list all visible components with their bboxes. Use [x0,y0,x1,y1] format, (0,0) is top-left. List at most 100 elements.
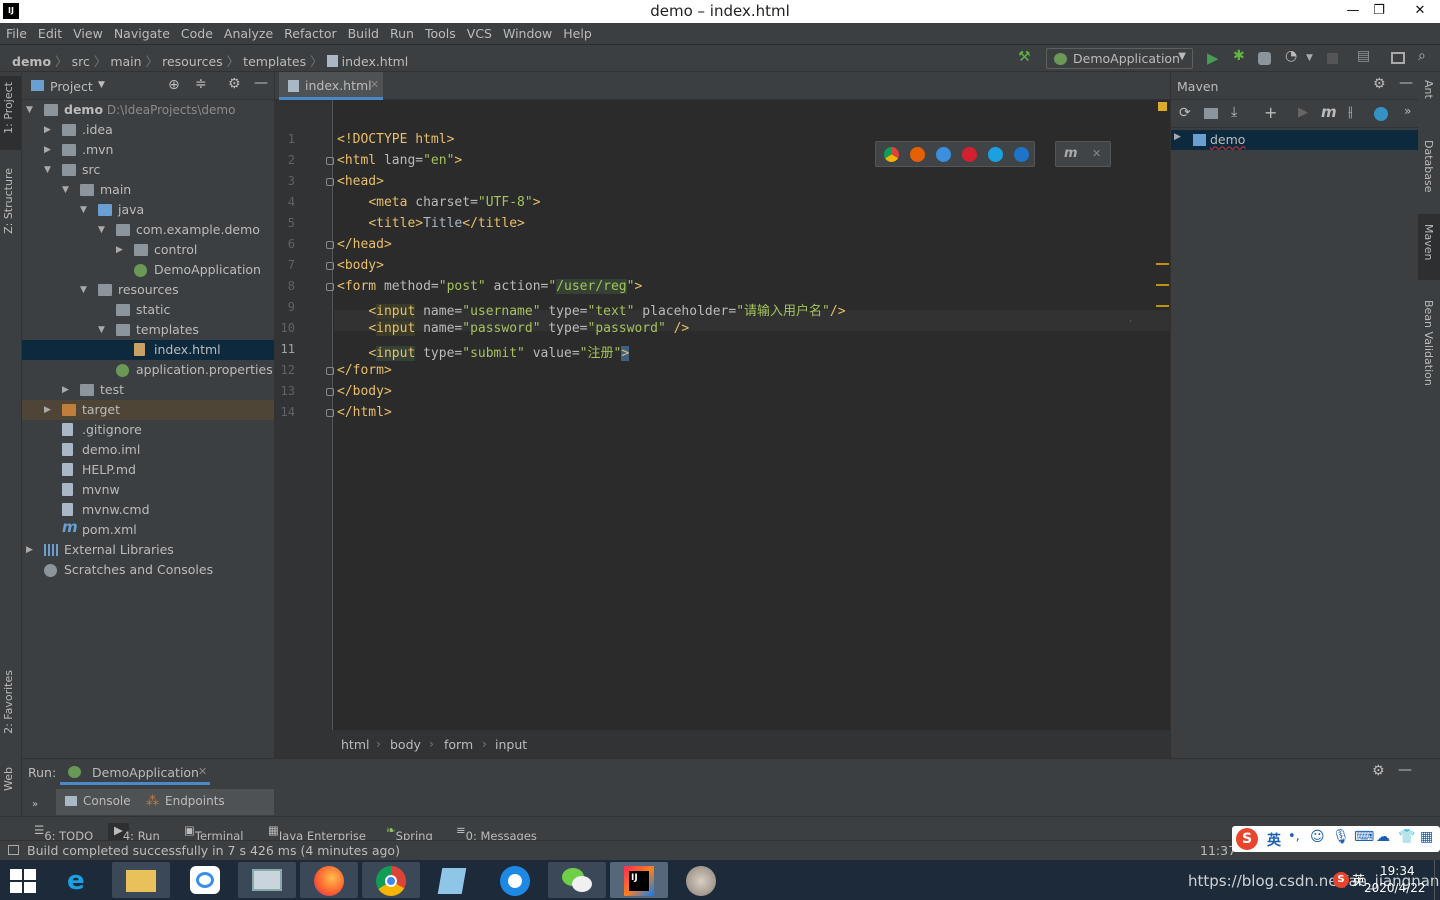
chevron-right-icon[interactable]: ▶ [1174,132,1181,142]
restore-button[interactable]: ❐ [1362,0,1396,23]
gear-icon[interactable]: ⚙ [1372,763,1385,779]
breadcrumb-html[interactable]: html [341,737,369,752]
tool-tab-terminal[interactable]: ▣ Terminal [184,823,243,843]
project-tree-item[interactable]: ▶ test [22,380,274,400]
editor-tab-index-html[interactable]: index.html ✕ [279,72,383,100]
emoji-icon[interactable]: ☺ [1310,829,1325,845]
more-icon[interactable]: » [32,799,38,810]
skin-icon[interactable]: ☁ [1376,829,1390,845]
close-window-button[interactable]: ✕ [1400,0,1440,23]
code-line[interactable]: <body> [337,258,384,273]
fold-marker-icon[interactable] [326,409,334,417]
tool-tab-messages[interactable]: ≡ 0: Messages [456,823,537,843]
run-icon[interactable]: ▶ [1207,49,1222,67]
gear-icon[interactable]: ⚙ [1373,76,1386,92]
close-tab-icon[interactable]: ✕ [370,78,379,91]
breadcrumb-form[interactable]: form [444,737,473,752]
project-tree-item[interactable]: index.html [22,340,274,360]
project-tree-item[interactable]: ▶ .idea [22,120,274,140]
menu-file[interactable]: File [0,23,32,41]
profile-icon[interactable]: ◔ [1285,48,1300,64]
chevron-down-icon[interactable]: ▼ [98,320,105,340]
fold-marker-icon[interactable] [326,178,334,186]
close-icon[interactable]: ✕ [1092,147,1101,160]
taskbar-firefox-icon[interactable] [300,862,358,898]
run-goal-icon[interactable]: ▶ [1298,105,1308,120]
project-tree-item[interactable]: ▼ main [22,180,274,200]
status-toggle-icon[interactable] [8,845,19,855]
code-line[interactable]: <head> [337,174,384,189]
menu-help[interactable]: Help [557,23,597,41]
code-line[interactable]: <input type="submit" value="注册"> [337,342,630,361]
chevron-down-icon[interactable]: ▼ [62,180,69,200]
tool-tab-ant[interactable]: Ant [1422,80,1435,99]
keyboard-icon[interactable]: ⌨ [1354,829,1374,845]
project-tree-item[interactable]: .gitignore [22,420,274,440]
chevron-down-icon[interactable]: ▼ [80,200,87,220]
taskbar-browser-icon[interactable] [486,862,544,898]
taskbar-explorer-icon[interactable] [112,862,170,898]
more-run-chevron-icon[interactable]: ▼ [1306,53,1321,68]
more-icon[interactable]: » [1404,104,1411,118]
project-tree-item[interactable]: DemoApplication [22,260,274,280]
fold-marker-icon[interactable] [326,262,334,270]
project-tree-item[interactable]: m pom.xml [22,518,274,540]
hide-panel-icon[interactable]: — [1399,75,1413,91]
collapse-all-icon[interactable]: ≑ [195,76,207,92]
tool-tab-todo[interactable]: ☰ 6: TODO [34,823,93,843]
breadcrumb-templates[interactable]: templates [243,54,306,69]
code-line[interactable]: <form method="post" action="/user/reg"> [337,279,642,294]
project-tree-item[interactable]: HELP.md [22,460,274,480]
chevron-right-icon[interactable]: ▶ [44,140,51,160]
status-message[interactable]: Build completed successfully in 7 s 426 … [27,843,400,858]
breadcrumb-main[interactable]: main [110,54,141,69]
opera-icon[interactable] [962,147,977,162]
clock-time[interactable]: 19:34 [1380,864,1415,878]
chevron-down-icon[interactable]: ▼ [98,220,105,240]
punctuation-icon[interactable]: •, [1288,829,1300,844]
reload-icon[interactable]: ⟳ [1179,105,1191,121]
taskbar-chrome-icon[interactable] [362,862,420,898]
project-tree-item[interactable]: application.properties [22,360,274,380]
chevron-right-icon[interactable]: ▶ [116,240,123,260]
breadcrumb-src[interactable]: src [72,54,90,69]
tool-tab-run[interactable]: ▶ 4: Run [108,823,160,843]
code-line[interactable]: <input name="username" type="text" place… [337,300,846,319]
tool-tab-project[interactable]: 1: Project [2,82,15,134]
project-tree-item[interactable]: demo.iml [22,440,274,460]
project-tree-item[interactable]: ▼ templates [22,320,274,340]
tool-tab-bean-validation[interactable]: Bean Validation [1422,300,1435,386]
chevron-right-icon[interactable]: ▶ [44,400,51,420]
fold-marker-icon[interactable] [326,241,334,249]
search-icon[interactable]: ⌕ [1418,48,1433,64]
locate-file-icon[interactable]: ⊕ [168,77,180,93]
download-icon[interactable]: ⤓ [1231,104,1237,120]
code-line[interactable]: </form> [337,363,392,378]
taskbar-wechat-icon[interactable] [548,862,606,898]
project-tree-item[interactable]: ▼ com.example.demo [22,220,274,240]
breadcrumb-body[interactable]: body [390,737,421,752]
tool-tab-favorites[interactable]: 2: Favorites [2,670,15,734]
add-icon[interactable]: + [1264,103,1277,122]
tool-tab-spring[interactable]: ❧ Spring [386,823,433,843]
ime-language-label[interactable]: 英 [1267,830,1281,850]
project-tree-item[interactable]: ▼ demo D:\IdeaProjects\demo [22,100,274,120]
menu-analyze[interactable]: Analyze [218,23,278,41]
project-tree-item[interactable]: static [22,300,274,320]
maven-tree-item-demo[interactable]: ▶ demo [1171,130,1419,150]
toggle-offline-icon[interactable]: ⫲ [1348,104,1353,120]
tab-endpoints[interactable]: Endpoints [165,794,225,808]
fold-marker-icon[interactable] [326,157,334,165]
menu-view[interactable]: View [67,23,108,41]
error-stripe-mark[interactable] [1156,305,1169,307]
project-tree-item[interactable]: ▶ .mvn [22,140,274,160]
menu-navigate[interactable]: Navigate [108,23,175,41]
project-tree-item[interactable]: ▶ External Libraries [22,540,274,560]
menu-code[interactable]: Code [175,23,218,41]
fold-marker-icon[interactable] [326,367,334,375]
debug-icon[interactable]: ✱ [1233,48,1248,64]
tool-tab-database[interactable]: Database [1422,140,1435,193]
skip-tests-icon[interactable] [1374,107,1388,121]
windows-start-icon[interactable] [10,869,36,893]
error-stripe-mark[interactable] [1156,263,1169,265]
